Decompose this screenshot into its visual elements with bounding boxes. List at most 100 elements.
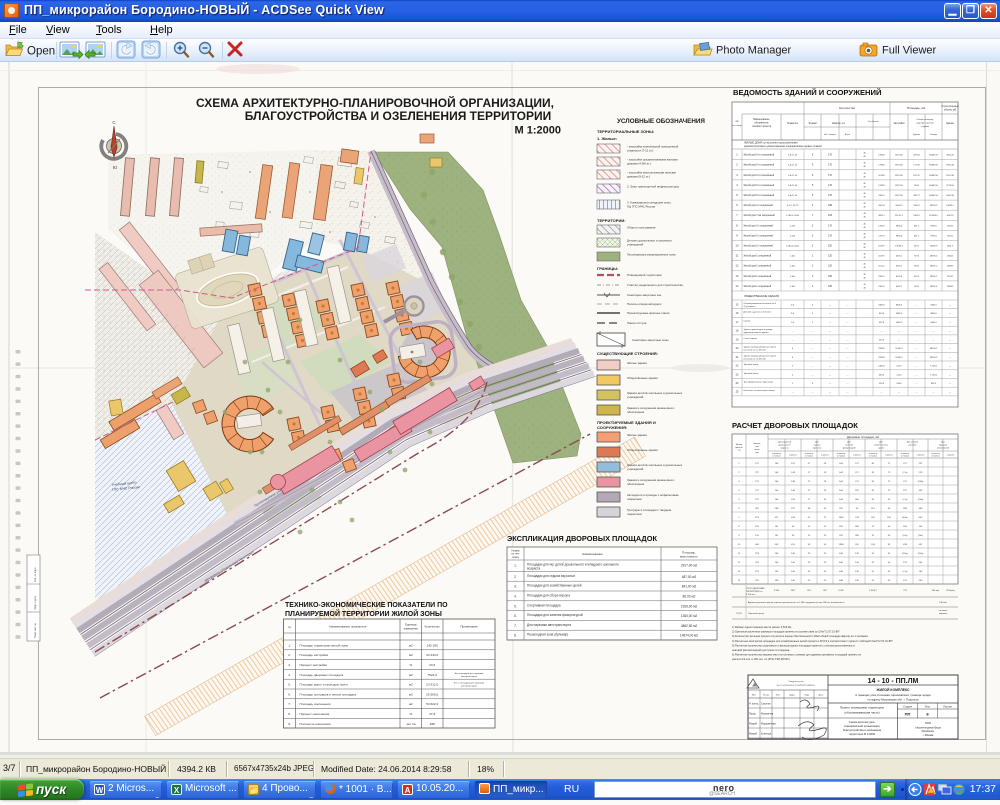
svg-text:5.: 5.: [514, 604, 517, 608]
svg-text:Дворовые площадки, м2: Дворовые площадки, м2: [847, 435, 879, 439]
svg-text:по адресу Московская обл., г П: по адресу Московская обл., г Подольск: [868, 698, 920, 702]
svg-text:РАСЧЕТ ДВОРОВЫХ ПЛОЩАДОК: РАСЧЕТ ДВОРОВЫХ ПЛОЩАДОК: [732, 421, 858, 430]
svg-text:Детский сад-ясли на 145 мест: Детский сад-ясли на 145 мест: [744, 311, 772, 314]
svg-text:Зданье архитектурного декора,: Зданье архитектурного декора,: [744, 329, 774, 331]
svg-text:Спортивная площадка: Спортивная площадка: [527, 603, 561, 607]
svg-text:ВЕДОМОСТЬ ЗДАНИЙ И СООРУЖЕНИЙ: ВЕДОМОСТЬ ЗДАНИЙ И СООРУЖЕНИЙ: [733, 88, 881, 97]
svg-text:9850.4: 9850.4: [896, 235, 903, 237]
svg-text:7.153.0: 7.153.0: [930, 374, 938, 376]
svg-text:Жилой дом 1-секционный: Жилой дом 1-секционный: [744, 275, 772, 278]
svg-text:8 239: 8 239: [838, 590, 844, 592]
svg-text:1151.2: 1151.2: [878, 266, 885, 268]
svg-text:Котельная, теплоэлектростанция: Котельная, теплоэлектростанция: [744, 390, 775, 392]
svg-text:Проектируемые красные линии: Проектируемые красные линии: [627, 311, 670, 315]
svg-text:автотранспорта: автотранспорта: [461, 686, 478, 688]
svg-text:Сек./число: Сек./число: [868, 121, 880, 123]
svg-text:352.8: 352.8: [879, 322, 885, 324]
svg-text:СХЕМА АРХИТЕКТУРНО-ПЛАНИРОВОЧН: СХЕМА АРХИТЕКТУРНО-ПЛАНИРОВОЧНОЙ ОРГАНИЗ…: [196, 95, 554, 110]
svg-text:домами (4-5/6 эт.): домами (4-5/6 эт.): [627, 162, 651, 166]
svg-text:Процент озеленения: Процент озеленения: [300, 712, 330, 716]
svg-text:Торговый центр: Торговый центр: [744, 372, 760, 375]
svg-text:Полосы отвода автодорог: Полосы отвода автодорог: [627, 302, 662, 306]
svg-text:этажности (7-21 эт.): этажности (7-21 эт.): [627, 149, 653, 153]
svg-text:142 260: 142 260: [427, 643, 438, 647]
svg-text:в проекте: в проекте: [821, 455, 829, 457]
svg-text:Квартир, шт: Квартир, шт: [832, 123, 846, 125]
svg-text:6.: 6.: [288, 692, 291, 696]
svg-text:221.67.1: 221.67.1: [895, 215, 904, 217]
svg-text:4380.0: 4380.0: [896, 313, 903, 315]
svg-text:46: 46: [863, 287, 865, 289]
svg-text:28195.2: 28195.2: [930, 276, 938, 278]
svg-text:216.0: 216.0: [879, 383, 885, 385]
svg-text:1.: 1.: [514, 564, 517, 568]
svg-text:46: 46: [863, 233, 865, 235]
svg-text:1-А1: 1-А1: [790, 285, 795, 288]
svg-text:5.: 5.: [288, 683, 291, 687]
svg-text:м2: м2: [409, 653, 413, 657]
svg-text:г. Москва: г. Москва: [923, 734, 934, 737]
svg-text:ЛЦ ГПС МЧС России: ЛЦ ГПС МЧС России: [627, 205, 655, 209]
svg-text:80,00 м2: 80,00 м2: [683, 595, 696, 599]
svg-text:(23м): (23м): [918, 481, 924, 483]
svg-text:30485.90: 30485.90: [929, 165, 939, 167]
svg-text:4820.0: 4820.0: [930, 313, 937, 315]
svg-text:5902.38: 5902.38: [946, 195, 954, 197]
svg-text:23 912,0: 23 912,0: [426, 683, 438, 687]
svg-text:Инв. № подл.: Инв. № подл.: [34, 567, 37, 582]
svg-text:46: 46: [863, 193, 865, 195]
svg-text:Участки, выделенного для строи: Участки, выделенного для строительства: [627, 283, 683, 287]
svg-text:4 104 чел.:: 4 104 чел.:: [746, 594, 756, 596]
svg-text:1-Б-/2-10: 1-Б-/2-10: [788, 185, 798, 187]
svg-text:22,23: 22,23: [736, 613, 742, 615]
svg-text:Площадь территории жилой зоны: Площадь территории жилой зоны: [300, 643, 349, 647]
svg-text:1756.9: 1756.9: [878, 225, 885, 227]
svg-text:1360,00 м2: 1360,00 м2: [681, 614, 698, 618]
svg-text:13949.9: 13949.9: [930, 246, 938, 248]
svg-text:гостевые: гостевые: [939, 610, 948, 612]
svg-text:Площадь тротуаров и пеших площ: Площадь тротуаров и пеших площадок: [300, 692, 357, 696]
svg-text:в границах улиц Сосновая, Циол: в границах улиц Сосновая, Циолковского, …: [855, 693, 931, 697]
svg-text:1-Б-/2-10: 1-Б-/2-10: [788, 175, 798, 177]
svg-text:14435.5: 14435.5: [946, 205, 954, 207]
svg-text:Лист: Лист: [776, 695, 780, 697]
svg-text:(7 м): (7 м): [903, 499, 908, 501]
svg-text:Жилой дом 1-секционный: Жилой дом 1-секционный: [744, 285, 772, 288]
svg-text:220: 220: [828, 245, 833, 248]
svg-text:23,5: 23,5: [429, 663, 435, 667]
svg-text:244: 244: [828, 214, 833, 217]
svg-text:170: 170: [828, 194, 833, 197]
svg-text:6195.2: 6195.2: [896, 286, 903, 288]
svg-text:4) Расчетные количества площад: 4) Расчетные количества площадок для хоз…: [732, 639, 894, 643]
svg-text:м2: м2: [409, 702, 413, 706]
svg-text:1 434(*): 1 434(*): [869, 590, 877, 592]
svg-text:Мордовченко: Мордовченко: [761, 723, 776, 726]
svg-text:6113.9: 6113.9: [878, 246, 885, 248]
svg-text:2284.8: 2284.8: [878, 348, 885, 350]
svg-text:18162: 18162: [947, 225, 954, 227]
svg-text:Площадь дорог и проездов, всег: Площадь дорог и проездов, всего: [300, 683, 349, 687]
svg-text:1-А1: 1-А1: [790, 255, 795, 258]
svg-text:Площадки для отдыха взрослых: Площадки для отдыха взрослых: [527, 574, 575, 578]
svg-text:Подп.: Подп.: [804, 695, 810, 697]
svg-text:ИТОГО ДВОРОВАЯ: ИТОГО ДВОРОВАЯ: [746, 587, 765, 590]
svg-text:Open: Open: [27, 46, 55, 58]
svg-text:Проект планировки территории: Проект планировки территории: [840, 706, 884, 710]
svg-text:парковки: парковки: [939, 613, 947, 615]
svg-text:обеспечения: обеспечения: [627, 410, 645, 414]
svg-text:6195.2: 6195.2: [896, 256, 903, 258]
svg-text:213.5: 213.5: [879, 339, 885, 341]
svg-text:Количество: Количество: [839, 106, 855, 110]
svg-text:46: 46: [863, 217, 865, 219]
svg-text:46: 46: [863, 197, 865, 199]
svg-text:2284.8: 2284.8: [878, 357, 885, 359]
svg-text:209 м/м: 209 м/м: [932, 590, 940, 592]
svg-text:возраста: возраста: [527, 567, 540, 571]
svg-text:Плотность населения: Плотность населения: [300, 722, 332, 726]
svg-text:1346: 1346: [839, 517, 845, 519]
svg-text:28682: 28682: [947, 266, 954, 268]
svg-text:Для игр детей: Для игр детей: [778, 441, 791, 444]
svg-text:1906.5: 1906.5: [913, 205, 920, 207]
svg-text:(74м): (74м): [918, 499, 924, 501]
svg-text:8107.00: 8107.00: [895, 165, 903, 167]
